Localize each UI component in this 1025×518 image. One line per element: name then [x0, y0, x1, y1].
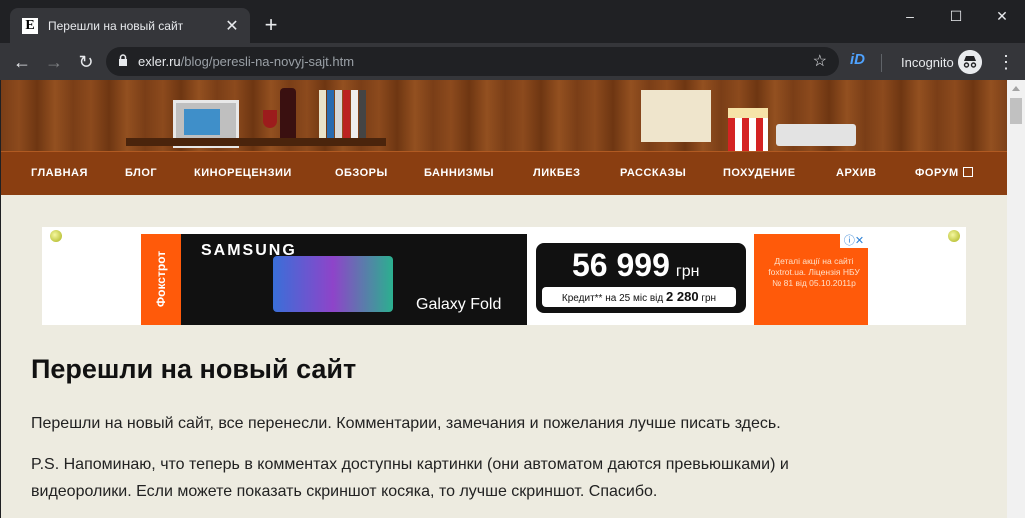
url-host: exler.ru: [138, 54, 181, 69]
toolbar-divider: [881, 54, 882, 72]
ad-price-value: 56 999: [572, 247, 670, 283]
incognito-label[interactable]: Incognito: [901, 55, 954, 70]
forward-arrow-icon[interactable]: →: [41, 49, 67, 75]
maximize-button[interactable]: ☐: [933, 0, 979, 32]
nav-item-archive[interactable]: АРХИВ: [836, 152, 877, 195]
tab-title: Перешли на новый сайт: [48, 18, 184, 33]
external-link-icon: [962, 167, 973, 177]
pin-icon: [948, 230, 960, 242]
books-image: [319, 90, 375, 140]
article-paragraph-line: P.S. Напоминаю, что теперь в комментах д…: [31, 456, 789, 473]
bookmark-star-icon[interactable]: ☆: [813, 51, 827, 71]
lock-icon: [119, 54, 127, 66]
nav-item-forum[interactable]: ФОРУМ: [915, 152, 973, 195]
calendar-image: [641, 90, 711, 142]
ad-store-name: Фокстрот: [154, 250, 168, 308]
browser-menu-icon[interactable]: ⋮: [996, 50, 1016, 74]
nav-item-blog[interactable]: БЛОГ: [125, 152, 157, 195]
wine-bottle-image: [280, 88, 296, 140]
site-header-banner: [1, 80, 1007, 158]
scroll-up-arrow-icon[interactable]: [1012, 86, 1020, 91]
nav-item-reviews[interactable]: ОБЗОРЫ: [335, 152, 388, 195]
reload-icon[interactable]: ↻: [73, 49, 99, 75]
article-paragraph: Перешли на новый сайт, все перенесли. Ко…: [31, 415, 781, 432]
url-path: /blog/peresli-na-novyj-sajt.htm: [180, 54, 355, 69]
back-arrow-icon[interactable]: ←: [9, 49, 35, 75]
ad-fine-print: Деталі акції на сайті foxtrot.ua. Ліценз…: [768, 256, 860, 288]
projector-image: [776, 124, 856, 146]
page-scrollbar[interactable]: [1007, 80, 1025, 518]
scrollbar-thumb[interactable]: [1010, 98, 1022, 124]
ad-credit-prefix: Кредит** на 25 міс від: [561, 293, 664, 304]
page-viewport: ГЛАВНАЯ БЛОГ КИНОРЕЦЕНЗИИ ОБЗОРЫ БАННИЗМ…: [1, 80, 1007, 518]
site-favicon-icon: E: [22, 17, 38, 34]
ad-choices-icon[interactable]: ⓘ✕: [840, 234, 868, 248]
address-bar[interactable]: exler.ru/blog/peresli-na-novyj-sajt.htm …: [106, 47, 839, 76]
article-paragraph-line: видеоролики. Если можете показать скринш…: [31, 483, 658, 500]
nav-item-stories[interactable]: РАССКАЗЫ: [620, 152, 686, 195]
ad-credit-amount: 2 280: [666, 289, 699, 304]
ad-product-panel: SAMSUNG Galaxy Fold: [181, 234, 527, 325]
ad-price-box: 56 999 грн Кредит** на 25 міс від 2 280 г…: [536, 243, 746, 313]
galaxy-fold-image: [273, 256, 393, 312]
main-nav: ГЛАВНАЯ БЛОГ КИНОРЕЦЕНЗИИ ОБЗОРЫ БАННИЗМ…: [1, 151, 1007, 195]
nav-item-home[interactable]: ГЛАВНАЯ: [31, 152, 88, 195]
new-tab-button[interactable]: +: [260, 14, 282, 36]
minimize-button[interactable]: –: [887, 0, 933, 32]
ad-banner[interactable]: Фокстрот SAMSUNG Galaxy Fold 56 999 грн К…: [42, 227, 966, 325]
ad-price: 56 999 грн: [572, 247, 699, 284]
nav-item-bannizmy[interactable]: БАННИЗМЫ: [424, 152, 494, 195]
nav-item-forum-label: ФОРУМ: [915, 167, 959, 179]
shelf-image: [126, 138, 386, 146]
tab-strip: E Перешли на новый сайт ✕ + – ☐ ✕: [0, 0, 1025, 43]
article-title: Перешли на новый сайт: [31, 354, 357, 384]
ad-store-bar: Фокстрот: [141, 234, 181, 325]
ad-credit-currency: грн: [701, 293, 717, 304]
url-text[interactable]: exler.ru/blog/peresli-na-novyj-sajt.htm: [138, 54, 354, 69]
browser-toolbar: ← → ↻ exler.ru/blog/peresli-na-novyj-saj…: [0, 43, 1025, 80]
nav-item-weight-loss[interactable]: ПОХУДЕНИЕ: [723, 152, 796, 195]
wine-glass-image: [263, 110, 277, 128]
ad-credit-line: Кредит** на 25 міс від 2 280 грн: [542, 287, 736, 307]
ad-product-name: Galaxy Fold: [416, 296, 502, 313]
browser-tab[interactable]: E Перешли на новый сайт ✕: [10, 8, 250, 43]
nav-item-likbez[interactable]: ЛИКБЕЗ: [533, 152, 580, 195]
close-window-button[interactable]: ✕: [979, 0, 1025, 32]
ad-price-currency: грн: [675, 263, 700, 280]
ad-fine-print-panel: ⓘ✕ Деталі акції на сайті foxtrot.ua. Ліц…: [754, 234, 868, 325]
incognito-icon[interactable]: [958, 50, 982, 74]
tab-close-icon[interactable]: ✕: [222, 16, 242, 36]
nav-item-movie-reviews[interactable]: КИНОРЕЦЕНЗИИ: [194, 152, 292, 195]
pin-icon: [50, 230, 62, 242]
extension-icon[interactable]: iD: [850, 51, 870, 71]
